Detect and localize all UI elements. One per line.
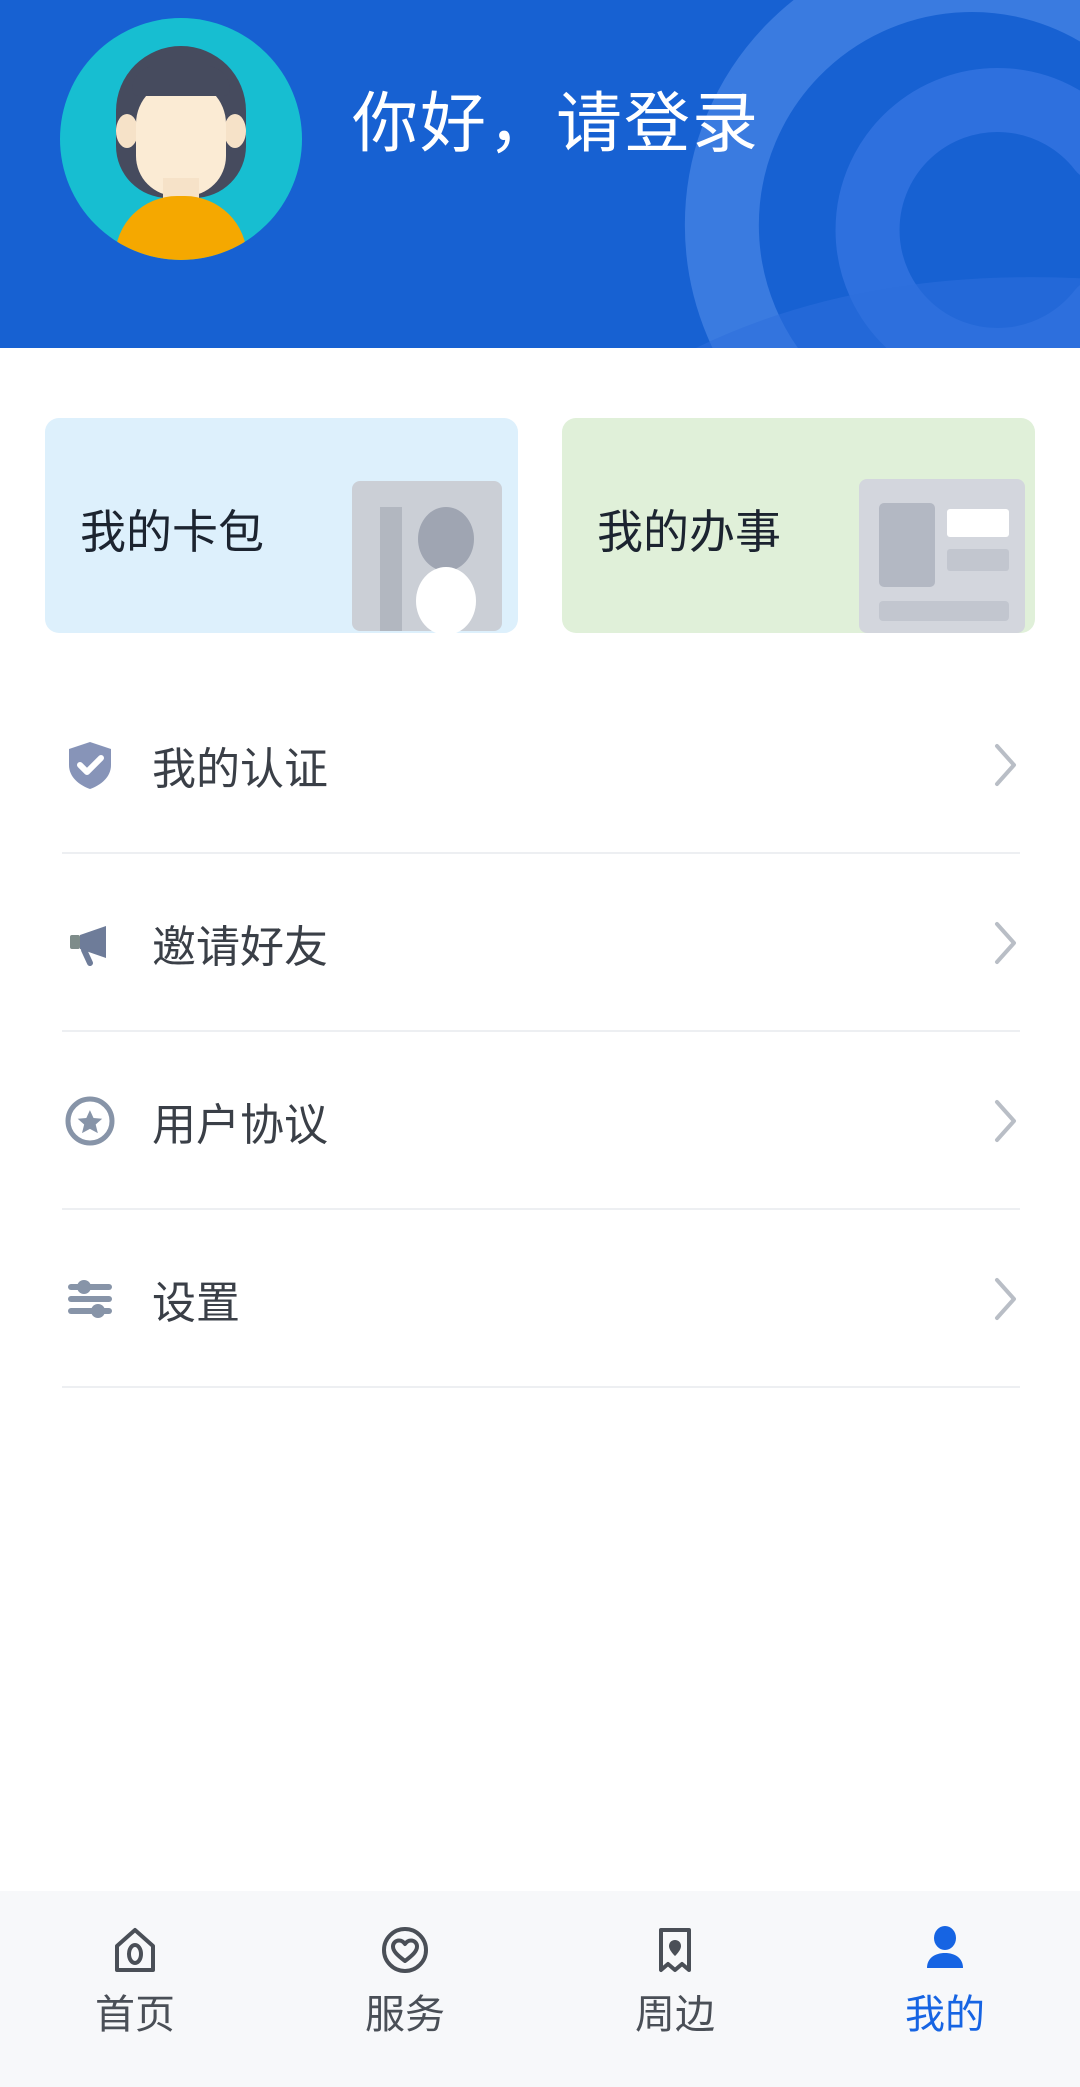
- menu-item-label: 用户协议: [152, 1101, 328, 1150]
- avatar-ear-right: [224, 114, 246, 148]
- menu-item-label: 邀请好友: [152, 923, 328, 972]
- quick-card-my-card-pack[interactable]: 我的卡包: [45, 418, 518, 633]
- tab-nearby[interactable]: 周边: [540, 1919, 810, 2035]
- tab-mine[interactable]: 我的: [810, 1919, 1080, 2035]
- star-circle-icon: [62, 1093, 118, 1149]
- menu-item-settings[interactable]: 设置: [0, 1210, 1080, 1388]
- quick-card-my-affairs[interactable]: 我的办事: [562, 418, 1035, 633]
- avatar-bangs: [132, 66, 230, 96]
- tab-label: 我的: [905, 1993, 985, 2037]
- avatar-shirt: [115, 196, 247, 260]
- settings-menu-list: 我的认证 邀请好友 用户协议 设置: [0, 676, 1080, 1388]
- quick-card-row: 我的卡包 我的办事: [0, 418, 1080, 638]
- avatar-ear-left: [116, 114, 138, 148]
- swirl-background-decoration: [684, 0, 1080, 348]
- tab-home[interactable]: 首页: [0, 1919, 270, 2035]
- tab-services[interactable]: 服务: [270, 1919, 540, 2035]
- avatar[interactable]: [60, 18, 302, 260]
- document-form-illustration: [859, 479, 1025, 633]
- card-wallet-illustration: [352, 481, 502, 633]
- profile-header: 你好，请登录: [0, 0, 1080, 348]
- bottom-tab-bar: 首页 服务 周边 我的: [0, 1891, 1080, 2087]
- shield-check-icon: [62, 737, 118, 793]
- greeting-login-text[interactable]: 你好，请登录: [352, 90, 760, 156]
- quick-card-label: 我的办事: [597, 506, 781, 558]
- menu-item-user-agreement[interactable]: 用户协议: [0, 1032, 1080, 1210]
- chevron-right-icon[interactable]: [986, 915, 1020, 971]
- tab-label: 服务: [365, 1993, 445, 2037]
- quick-card-label: 我的卡包: [80, 506, 264, 558]
- sliders-icon: [62, 1271, 118, 1327]
- menu-item-label: 设置: [152, 1279, 240, 1328]
- menu-item-invite-friends[interactable]: 邀请好友: [0, 854, 1080, 1032]
- megaphone-icon: [62, 915, 118, 971]
- tab-label: 首页: [95, 1993, 175, 2037]
- chevron-right-icon[interactable]: [986, 737, 1020, 793]
- avatar-circle: [60, 18, 302, 260]
- person-icon: [914, 1919, 976, 1981]
- home-icon: [104, 1919, 166, 1981]
- tab-label: 周边: [635, 1993, 715, 2037]
- heart-circle-icon: [374, 1919, 436, 1981]
- chevron-right-icon[interactable]: [986, 1271, 1020, 1327]
- map-pin-icon: [644, 1919, 706, 1981]
- menu-item-label: 我的认证: [152, 745, 328, 794]
- menu-item-my-certification[interactable]: 我的认证: [0, 676, 1080, 854]
- chevron-right-icon[interactable]: [986, 1093, 1020, 1149]
